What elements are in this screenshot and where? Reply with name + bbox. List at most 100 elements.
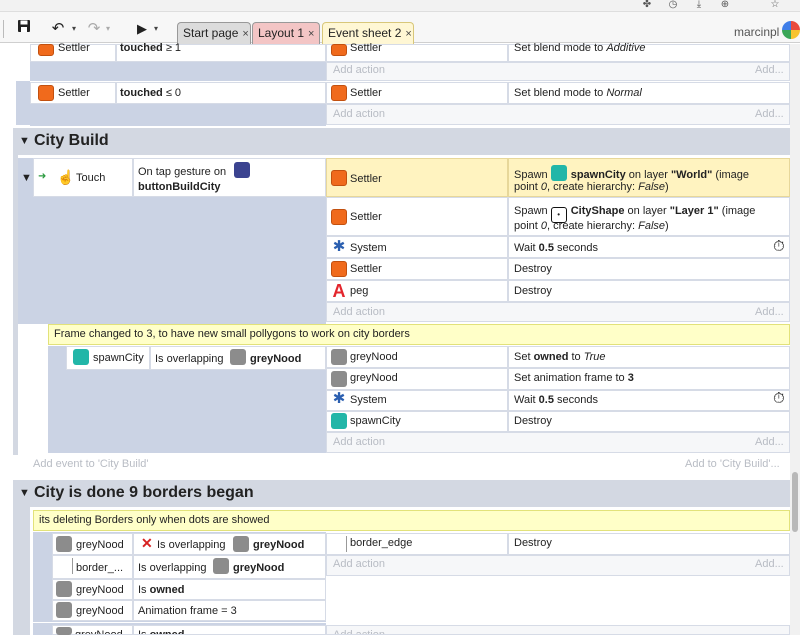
action-text: Set blend mode to Normal xyxy=(514,87,642,99)
undo-dropdown-icon[interactable]: ▾ xyxy=(72,19,80,39)
greynood-icon xyxy=(213,558,229,574)
greynood-icon xyxy=(56,602,72,618)
sub-event-indent xyxy=(48,346,66,453)
scrollbar-thumb[interactable] xyxy=(792,472,798,532)
condition-text-object: greyNood xyxy=(250,353,302,365)
condition-object: greyNood xyxy=(75,629,123,635)
add-action-row[interactable] xyxy=(326,302,790,322)
condition-text: touched ≤ 0 xyxy=(120,87,182,99)
action-object: Settler xyxy=(350,263,382,275)
add-action-link[interactable]: Add action xyxy=(333,557,385,571)
add-more-link[interactable]: Add... xyxy=(755,305,784,319)
settler-icon xyxy=(331,170,347,186)
vertical-scrollbar[interactable] xyxy=(790,44,800,635)
add-action-row[interactable]: Add action xyxy=(326,625,790,635)
collapse-icon[interactable]: ▼ xyxy=(19,487,30,499)
close-icon[interactable]: × xyxy=(405,28,411,40)
condition-object: greyNood xyxy=(76,605,124,617)
puzzle-icon[interactable]: ✤ xyxy=(641,0,653,10)
action-object: Settler xyxy=(350,42,382,54)
add-more-link[interactable]: Add... xyxy=(755,63,784,77)
tab-start-page[interactable]: Start page × xyxy=(177,22,251,44)
condition-object: greyNood xyxy=(76,584,124,596)
button-object-icon xyxy=(234,162,250,178)
browser-toolbar-strip xyxy=(0,0,800,12)
greynood-icon xyxy=(331,371,347,387)
action-object: Settler xyxy=(350,173,382,185)
action-text: Set owned to True xyxy=(514,351,606,363)
close-icon[interactable]: × xyxy=(308,28,314,40)
action-text: Destroy xyxy=(514,285,552,297)
settler-icon xyxy=(38,85,54,101)
add-more-link[interactable]: Add... xyxy=(755,557,784,571)
history-icon[interactable]: ◷ xyxy=(667,0,679,10)
tab-label: Layout 1 xyxy=(258,26,305,40)
add-to-group-link[interactable]: Add to 'City Build'... xyxy=(685,457,780,471)
tab-layout-1[interactable]: Layout 1 × xyxy=(252,22,320,44)
redo-icon[interactable]: ↷ xyxy=(84,18,104,40)
action-object: Settler xyxy=(350,87,382,99)
condition-text: Is owned xyxy=(138,584,185,596)
settler-icon xyxy=(331,261,347,277)
add-action-row[interactable] xyxy=(326,62,790,81)
group-title: City is done 9 borders began xyxy=(34,484,254,501)
save-icon[interactable] xyxy=(14,18,34,40)
action-text: Set animation frame to 3 xyxy=(514,372,634,384)
condition-text: Is overlapping xyxy=(157,539,226,551)
condition-text: Animation frame = 3 xyxy=(138,605,237,617)
close-icon[interactable]: × xyxy=(242,28,248,40)
action-object: greyNood xyxy=(350,372,398,384)
comment[interactable]: Frame changed to 3, to have new small po… xyxy=(48,324,790,345)
run-dropdown-icon[interactable]: ▾ xyxy=(154,19,162,39)
action-object: border_edge xyxy=(350,537,413,549)
timer-icon: ⏱ xyxy=(773,390,785,407)
collapse-icon[interactable]: ▼ xyxy=(19,135,30,147)
condition-text: touched ≥ 1 xyxy=(120,42,182,54)
action-text: Destroy xyxy=(514,263,552,275)
tab-label: Start page xyxy=(183,26,239,40)
greynood-icon xyxy=(233,536,249,552)
add-action-row[interactable] xyxy=(326,104,790,125)
event-indent xyxy=(16,81,30,125)
system-icon: ✱ xyxy=(332,390,346,407)
action-text: Wait 0.5 seconds xyxy=(514,242,598,254)
add-action-link[interactable]: Add action xyxy=(333,435,385,449)
user-name[interactable]: marcinpl xyxy=(734,25,779,39)
expand-icon[interactable]: ▼ xyxy=(21,172,32,184)
undo-icon[interactable]: ↶ xyxy=(48,18,68,40)
run-icon[interactable]: ▶ xyxy=(133,18,151,40)
avatar[interactable] xyxy=(782,21,800,39)
condition-object: greyNood xyxy=(76,539,124,551)
add-action-link[interactable]: Add action xyxy=(333,305,385,319)
toolbar-edge xyxy=(0,20,4,38)
download-icon[interactable]: ⤓ xyxy=(693,0,705,10)
settler-icon xyxy=(331,209,347,225)
spawncity-icon xyxy=(73,349,89,365)
comment[interactable]: its deleting Borders only when dots are … xyxy=(33,510,790,531)
zoom-icon[interactable]: ⊕ xyxy=(719,0,731,10)
group-left-rail xyxy=(13,507,30,635)
bookmark-icon[interactable]: ☆ xyxy=(769,0,781,10)
greynood-icon xyxy=(56,627,72,635)
redo-dropdown-icon[interactable]: ▾ xyxy=(106,19,114,39)
add-action-row[interactable] xyxy=(326,555,790,576)
add-action-link[interactable]: Add action xyxy=(333,63,385,77)
add-more-link[interactable]: Add... xyxy=(755,107,784,121)
condition-text: Is owned xyxy=(138,629,185,635)
add-action-row[interactable] xyxy=(326,432,790,453)
condition-text: Is overlapping xyxy=(155,353,224,365)
add-more-link[interactable]: Add... xyxy=(755,435,784,449)
add-action-link[interactable]: Add action xyxy=(333,107,385,121)
condition-text-object: greyNood xyxy=(253,539,305,551)
condition-cell[interactable]: Is owned xyxy=(133,625,326,635)
condition-object: border_... xyxy=(76,562,124,574)
add-event-link[interactable]: Add event to 'City Build' xyxy=(33,457,148,471)
settler-icon xyxy=(331,44,347,56)
group-header-city-build[interactable] xyxy=(13,128,790,155)
timer-icon: ⏱ xyxy=(773,238,785,255)
action-object: Settler xyxy=(350,211,382,223)
add-action-link[interactable]: Add action xyxy=(333,628,789,634)
settler-icon xyxy=(331,85,347,101)
spawncity-icon xyxy=(331,413,347,429)
greynood-icon xyxy=(56,536,72,552)
